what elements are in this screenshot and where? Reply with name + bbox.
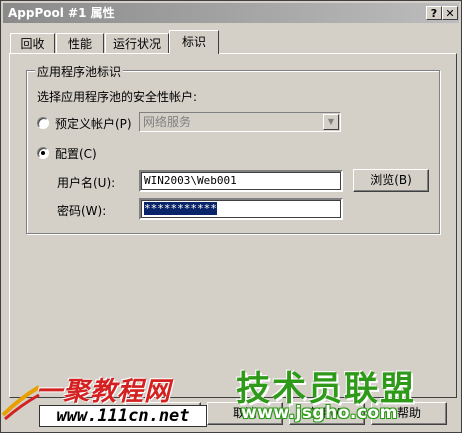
title-bar: AppPool #1 属性 ? ✕ — [3, 3, 459, 23]
chevron-down-icon[interactable]: ▼ — [323, 114, 339, 130]
properties-dialog: AppPool #1 属性 ? ✕ 回收 性能 运行状况 标识 应用程序池标识 … — [0, 0, 462, 433]
predefined-account-dropdown[interactable]: 网络服务 ▼ — [139, 112, 341, 132]
instruction-text: 选择应用程序池的安全性帐户: — [37, 90, 198, 104]
watermark-right: 技术员联盟 www.jsgho.com — [231, 361, 462, 434]
username-input[interactable]: WIN2003\Web001 — [139, 170, 343, 192]
browse-button[interactable]: 浏览(B) — [353, 169, 429, 192]
username-value: WIN2003\Web001 — [144, 174, 237, 187]
predefined-account-radio[interactable] — [37, 117, 49, 129]
close-button[interactable]: ✕ — [442, 6, 458, 20]
radio-selected-dot — [41, 151, 45, 155]
tab-recycling[interactable]: 回收 — [10, 33, 55, 53]
tab-identity[interactable]: 标识 — [169, 30, 219, 54]
tab-health[interactable]: 运行状况 — [105, 33, 169, 53]
password-label: 密码(W): — [57, 204, 107, 218]
password-input[interactable]: *********** — [139, 198, 343, 220]
username-label: 用户名(U): — [57, 176, 116, 190]
watermark-left-logo: 一聚教程网 — [36, 377, 172, 407]
configurable-account-label[interactable]: 配置(C) — [55, 145, 97, 162]
password-value: *********** — [144, 202, 217, 215]
tab-performance[interactable]: 性能 — [56, 33, 104, 53]
help-title-button[interactable]: ? — [426, 6, 442, 20]
predefined-account-value: 网络服务 — [143, 115, 192, 129]
swoosh-icon — [1, 385, 41, 421]
identity-panel: 应用程序池标识 选择应用程序池的安全性帐户: 预定义帐户(P) 网络服务 ▼ 配… — [9, 53, 457, 398]
predefined-account-label[interactable]: 预定义帐户(P) — [55, 115, 132, 132]
watermark-left-url: www.111cn.net — [39, 405, 207, 427]
identity-groupbox: 应用程序池标识 选择应用程序池的安全性帐户: 预定义帐户(P) 网络服务 ▼ 配… — [26, 63, 440, 234]
watermark-right-url: www.jsgho.com — [241, 403, 398, 423]
configurable-account-radio[interactable] — [37, 147, 49, 159]
group-title: 应用程序池标识 — [35, 63, 124, 80]
watermark-left: 一聚教程网 www.111cn.net — [1, 371, 216, 434]
window-title: AppPool #1 属性 — [8, 6, 115, 20]
